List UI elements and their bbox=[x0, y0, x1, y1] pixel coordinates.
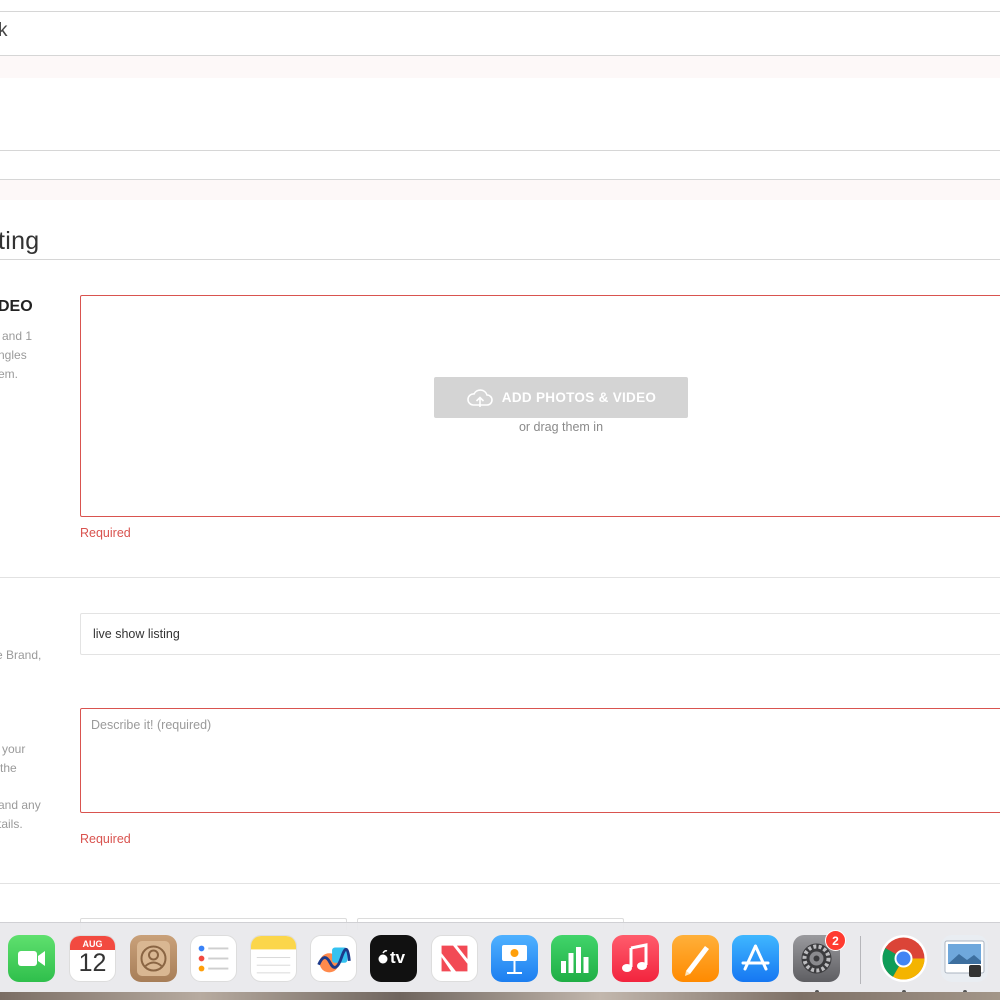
add-photos-video-label: ADD PHOTOS & VIDEO bbox=[501, 390, 657, 405]
chrome-icon bbox=[882, 937, 925, 980]
desc-help-line-1: your bbox=[2, 742, 26, 756]
description-textarea[interactable] bbox=[80, 708, 1000, 813]
calendar-icon-day: 12 bbox=[78, 949, 107, 977]
app-store-icon bbox=[741, 944, 770, 971]
photos-required-error: Required bbox=[80, 526, 131, 540]
listing-title-input[interactable] bbox=[80, 613, 1000, 655]
photos-help-line-2: ngles bbox=[0, 348, 27, 362]
facetime-icon bbox=[18, 951, 45, 966]
title-help-line-1: e Brand, bbox=[0, 648, 42, 662]
notes-icon bbox=[251, 936, 296, 974]
calendar-icon-month: AUG bbox=[82, 939, 103, 949]
section-divider-2 bbox=[0, 883, 1000, 884]
dock-separator bbox=[860, 936, 861, 984]
dock-app-reminders[interactable] bbox=[190, 935, 237, 982]
numbers-icon bbox=[561, 947, 589, 973]
notice-band bbox=[0, 56, 1000, 78]
photos-help-line-3: em. bbox=[0, 367, 19, 381]
desc-help-line-3: and any bbox=[0, 798, 41, 812]
freeform-icon bbox=[317, 947, 351, 973]
dock-app-numbers[interactable] bbox=[551, 935, 598, 982]
dock-app-chrome[interactable] bbox=[880, 935, 927, 982]
header-truncated-text: k bbox=[0, 20, 8, 41]
drag-hint: or drag them in bbox=[518, 420, 604, 434]
dock-app-keynote[interactable] bbox=[491, 935, 538, 982]
dock-app-news[interactable] bbox=[431, 935, 478, 982]
notice-band-2 bbox=[0, 180, 1000, 200]
section-divider-1 bbox=[0, 577, 1000, 578]
dock-app-freeform[interactable] bbox=[310, 935, 357, 982]
dock-app-notes[interactable] bbox=[250, 935, 297, 982]
divider-2 bbox=[0, 150, 1000, 151]
tv-icon-label: tv bbox=[390, 948, 406, 967]
dock-app-contacts[interactable] bbox=[130, 935, 177, 982]
contacts-icon bbox=[137, 941, 170, 976]
news-icon bbox=[441, 945, 468, 972]
dock-app-tv[interactable]: tv bbox=[370, 935, 417, 982]
title-divider bbox=[0, 259, 1000, 260]
photo-dropzone[interactable]: ADD PHOTOS & VIDEO or drag them in bbox=[80, 295, 1000, 517]
description-required-error: Required bbox=[80, 832, 131, 846]
reminders-icon bbox=[198, 945, 229, 972]
settings-notification-badge: 2 bbox=[825, 930, 846, 951]
dock-app-preview[interactable] bbox=[941, 935, 988, 982]
music-icon bbox=[622, 943, 648, 972]
desktop-wallpaper-strip bbox=[0, 992, 1000, 1000]
photos-section-label: DEO bbox=[0, 298, 33, 315]
dock-app-pages[interactable] bbox=[672, 935, 719, 982]
desc-help-line-2: the bbox=[0, 761, 17, 775]
cloud-upload-icon bbox=[466, 388, 493, 407]
dock-app-calendar[interactable]: AUG 12 bbox=[69, 935, 116, 982]
photos-help-line-1: and 1 bbox=[2, 329, 33, 343]
desc-help-line-4: tails. bbox=[0, 817, 23, 831]
top-border bbox=[0, 11, 1000, 12]
dock-app-facetime[interactable] bbox=[8, 935, 55, 982]
keynote-icon bbox=[502, 945, 527, 974]
page-title: ting bbox=[0, 227, 40, 255]
preview-icon bbox=[944, 940, 985, 977]
pages-icon bbox=[685, 946, 709, 976]
dock-app-music[interactable] bbox=[612, 935, 659, 982]
dock-app-app-store[interactable] bbox=[732, 935, 779, 982]
add-photos-video-button[interactable]: ADD PHOTOS & VIDEO bbox=[434, 377, 688, 418]
